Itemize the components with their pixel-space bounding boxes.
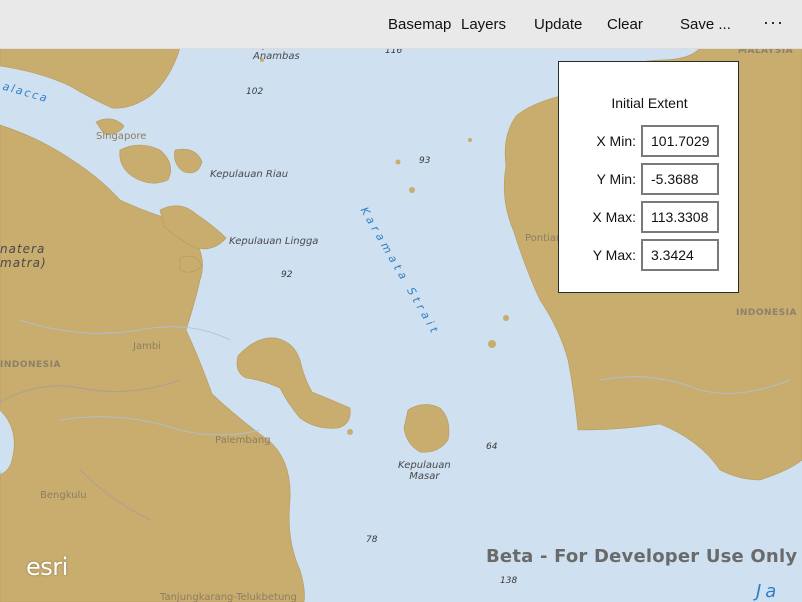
esri-logo: esri bbox=[26, 553, 68, 581]
depth-label: 102 bbox=[246, 87, 264, 97]
depth-label: 93 bbox=[419, 156, 431, 166]
depth-label: 78 bbox=[366, 535, 378, 545]
developer-watermark: Beta - For Developer Use Only bbox=[486, 546, 798, 567]
xmin-field[interactable] bbox=[641, 125, 719, 157]
basemap-button[interactable]: Basemap bbox=[388, 0, 451, 48]
label-sumatera: natera matra) bbox=[0, 242, 47, 270]
islet bbox=[488, 340, 496, 348]
islet bbox=[409, 187, 415, 193]
ymax-row: Y Max: bbox=[559, 239, 740, 271]
label-kepulauan-lingga: Kepulauan Lingga bbox=[229, 236, 319, 247]
ymin-field[interactable] bbox=[641, 163, 719, 195]
label-tanjungkarang: Tanjungkarang-Telukbetung bbox=[160, 592, 297, 602]
xmax-row: X Max: bbox=[559, 201, 740, 233]
layers-button[interactable]: Layers bbox=[461, 0, 506, 48]
ymax-label: Y Max: bbox=[592, 247, 636, 263]
save-button[interactable]: Save ... bbox=[680, 0, 731, 48]
xmax-field[interactable] bbox=[641, 201, 719, 233]
label-bengkulu: Bengkulu bbox=[40, 490, 87, 501]
label-kepulauan-riau: Kepulauan Riau bbox=[210, 169, 289, 180]
islet bbox=[395, 159, 401, 165]
ymin-label: Y Min: bbox=[596, 171, 636, 187]
ymax-field[interactable] bbox=[641, 239, 719, 271]
initial-extent-panel: Initial Extent X Min: Y Min: X Max: Y Ma… bbox=[558, 61, 739, 293]
label-kepulauan-masar: Kepulauan Masar bbox=[398, 460, 451, 482]
label-indonesia-east: INDONESIA bbox=[736, 308, 797, 318]
update-button[interactable]: Update bbox=[534, 0, 582, 48]
label-jambi: Jambi bbox=[133, 341, 161, 352]
xmin-label: X Min: bbox=[596, 133, 636, 149]
xmax-label: X Max: bbox=[592, 209, 636, 225]
islet bbox=[347, 429, 353, 435]
more-options-icon[interactable]: ··· bbox=[763, 0, 784, 48]
depth-label: 64 bbox=[486, 442, 498, 452]
label-singapore: Singapore bbox=[96, 131, 147, 142]
panel-title: Initial Extent bbox=[611, 95, 688, 111]
depth-label: 138 bbox=[500, 576, 518, 586]
map-app: Kepulauan Anambas 116 alacca 102 Singapo… bbox=[0, 0, 802, 602]
islet bbox=[468, 138, 472, 142]
xmin-row: X Min: bbox=[559, 125, 740, 157]
command-bar: Basemap Layers Update Clear Save ... ··· bbox=[0, 0, 802, 49]
depth-label: 92 bbox=[281, 270, 293, 280]
islet bbox=[503, 315, 509, 321]
clear-button[interactable]: Clear bbox=[607, 0, 643, 48]
label-palembang: Palembang bbox=[215, 435, 271, 446]
label-java-sea: Ja bbox=[756, 581, 781, 602]
label-indonesia-west: INDONESIA bbox=[0, 360, 61, 370]
ymin-row: Y Min: bbox=[559, 163, 740, 195]
